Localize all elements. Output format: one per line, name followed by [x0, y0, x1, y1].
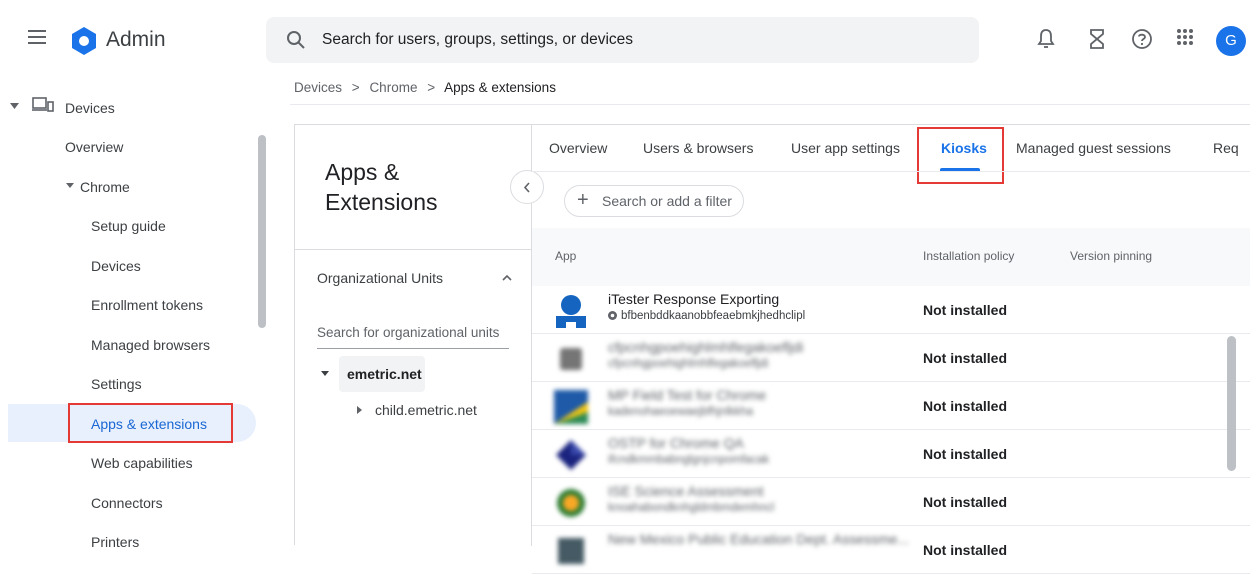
app-name[interactable]: cfpcnhgpoehighlmhlfegakoefljdi — [608, 339, 803, 355]
sidebar-item-enrollment-tokens[interactable]: Enrollment tokens — [91, 297, 203, 313]
sidebar-item-connectors[interactable]: Connectors — [91, 495, 163, 511]
field-test-icon — [554, 390, 588, 424]
sidebar-item-chrome[interactable]: Chrome — [80, 179, 130, 195]
installation-policy[interactable]: Not installed — [923, 542, 1007, 558]
breadcrumb-separator: > — [351, 80, 360, 95]
sidebar-item-overview[interactable]: Overview — [65, 139, 123, 155]
panel-divider — [295, 249, 532, 250]
account-avatar[interactable]: G — [1216, 26, 1246, 56]
sidebar-item-devices[interactable]: Devices — [91, 258, 141, 274]
devices-icon — [32, 97, 54, 112]
breadcrumb-current: Apps & extensions — [444, 80, 556, 95]
sidebar-item-setup-guide[interactable]: Setup guide — [91, 218, 166, 234]
app-name[interactable]: MP Field Test for Chrome — [608, 387, 766, 403]
ou-root-emetric[interactable]: emetric.net — [347, 366, 422, 382]
app-id: cfpcnhgpoehighlmhlfegakoefljdi — [608, 358, 769, 370]
breadcrumb: Devices > Chrome > Apps & extensions — [294, 80, 556, 95]
table-row[interactable]: New Mexico Public Education Dept. Assess… — [532, 526, 1250, 574]
highlight-box-apps-extensions — [68, 403, 233, 443]
sidebar-scrollbar[interactable] — [258, 135, 266, 328]
app-id: kadenohaeoewaejbfhjnlkkha — [608, 406, 754, 418]
app-name[interactable]: iTester Response Exporting — [608, 291, 779, 307]
diamond-app-icon — [556, 440, 586, 470]
tab-overview[interactable]: Overview — [549, 140, 607, 156]
column-header-version-pinning[interactable]: Version pinning — [1070, 249, 1152, 263]
tab-managed-guest-sessions[interactable]: Managed guest sessions — [1016, 140, 1171, 156]
chevron-up-icon[interactable] — [501, 272, 513, 284]
filter-chip-label: Search or add a filter — [602, 193, 732, 209]
sidebar-item-settings[interactable]: Settings — [91, 376, 142, 392]
gray-app-icon — [560, 348, 582, 370]
app-name[interactable]: ISE Science Assessment — [608, 483, 764, 499]
top-bar: Admin Search for users, groups, settings… — [0, 0, 1250, 80]
sidebar-item-managed-browsers[interactable]: Managed browsers — [91, 337, 210, 353]
plus-icon: + — [577, 189, 589, 211]
search-input[interactable]: Search for users, groups, settings, or d… — [322, 31, 633, 49]
caret-down-icon[interactable] — [10, 103, 19, 109]
admin-logo-icon — [72, 27, 96, 55]
tasks-hourglass-icon[interactable] — [1088, 28, 1106, 50]
app-id-text: bfbenbddkaanobbfeaebmkjhedhclipl — [621, 310, 806, 322]
apps-grid-icon[interactable] — [1176, 28, 1194, 46]
panel-title: Apps & Extensions — [325, 159, 438, 215]
org-units-header[interactable]: Organizational Units — [317, 270, 443, 286]
ou-child-emetric[interactable]: child.emetric.net — [375, 402, 477, 418]
installation-policy[interactable]: Not installed — [923, 398, 1007, 414]
org-units-panel: Apps & Extensions Organizational Units S… — [295, 125, 532, 546]
table-row[interactable]: OSTP for Chrome QA ifcndkmmbabnglgnjcnpo… — [532, 430, 1250, 478]
main-card: Apps & Extensions Organizational Units S… — [294, 124, 1250, 574]
tabs-divider — [532, 171, 1250, 172]
caret-down-icon[interactable] — [66, 183, 74, 188]
nm-app-icon — [558, 538, 584, 564]
help-icon[interactable] — [1131, 28, 1153, 50]
sidebar-item-printers[interactable]: Printers — [91, 534, 139, 550]
table-scrollbar[interactable] — [1227, 336, 1236, 471]
itester-icon — [556, 295, 586, 328]
installation-policy[interactable]: Not installed — [923, 350, 1007, 366]
tab-user-app-settings[interactable]: User app settings — [791, 140, 900, 156]
breadcrumb-devices[interactable]: Devices — [294, 80, 342, 95]
table-row[interactable]: iTester Response Exporting bfbenbddkaano… — [532, 286, 1250, 334]
highlight-box-kiosks-tab — [917, 127, 1004, 184]
installation-policy[interactable]: Not installed — [923, 494, 1007, 510]
app-id: knoahabondknhgldmbmdemhncl — [608, 502, 775, 514]
tab-requests[interactable]: Req — [1213, 140, 1239, 156]
column-header-app[interactable]: App — [555, 249, 576, 263]
global-search[interactable]: Search for users, groups, settings, or d… — [266, 17, 979, 63]
breadcrumb-divider — [290, 104, 1250, 105]
installation-policy[interactable]: Not installed — [923, 446, 1007, 462]
collapse-panel-button[interactable] — [510, 170, 544, 204]
chevron-left-icon — [523, 182, 530, 193]
app-title[interactable]: Admin — [106, 28, 166, 52]
table-row[interactable]: cfpcnhgpoehighlmhlfegakoefljdi cfpcnhgpo… — [532, 334, 1250, 382]
installation-policy[interactable]: Not installed — [923, 302, 1007, 318]
filter-chip[interactable]: + Search or add a filter — [564, 185, 744, 217]
main-menu-icon[interactable] — [28, 30, 46, 44]
org-units-search-input[interactable]: Search for organizational units — [317, 325, 509, 349]
caret-down-icon[interactable] — [321, 371, 329, 376]
breadcrumb-chrome[interactable]: Chrome — [369, 80, 417, 95]
notifications-icon[interactable] — [1036, 28, 1056, 50]
caret-right-icon[interactable] — [357, 406, 362, 414]
sidebar: Devices Overview Chrome Setup guide Devi… — [0, 80, 270, 550]
app-id: bfbenbddkaanobbfeaebmkjhedhclipl — [608, 310, 805, 322]
app-name[interactable]: OSTP for Chrome QA — [608, 435, 744, 451]
search-icon — [287, 31, 305, 49]
tab-users-browsers[interactable]: Users & browsers — [643, 140, 753, 156]
app-id: ifcndkmmbabnglgnjcnpomfacak — [608, 454, 770, 466]
table-row[interactable]: MP Field Test for Chrome kadenohaeoewaej… — [532, 382, 1250, 430]
sidebar-section-devices[interactable]: Devices — [65, 100, 115, 116]
science-app-icon — [557, 489, 585, 517]
table-row[interactable]: ISE Science Assessment knoahabondknhgldm… — [532, 478, 1250, 526]
sidebar-item-web-capabilities[interactable]: Web capabilities — [91, 455, 193, 471]
column-header-installation-policy[interactable]: Installation policy — [923, 249, 1014, 263]
chrome-icon — [608, 311, 617, 320]
breadcrumb-separator: > — [427, 80, 436, 95]
